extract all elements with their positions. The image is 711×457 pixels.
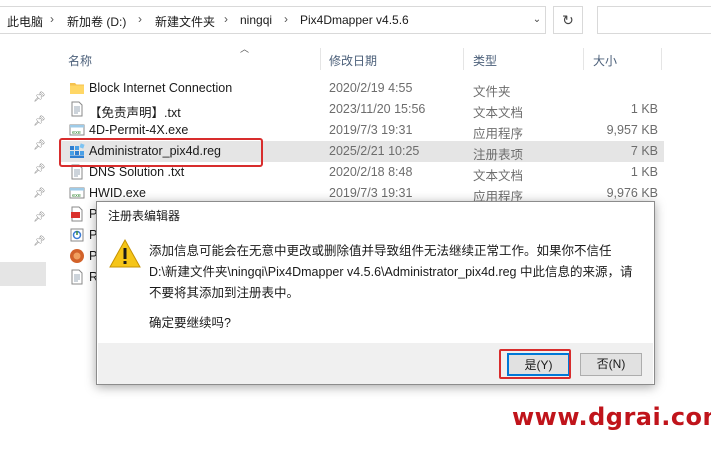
breadcrumb-this-pc[interactable]: 此电脑	[7, 13, 43, 30]
column-divider[interactable]	[463, 48, 464, 70]
warning-icon	[109, 238, 141, 268]
refresh-button[interactable]: ↻	[553, 6, 583, 34]
file-type: 文件夹	[473, 85, 511, 99]
file-type: 文本文档	[473, 106, 524, 120]
exe-icon: exe	[69, 124, 85, 136]
file-size: 9,957 KB	[606, 123, 658, 137]
breadcrumb-separator[interactable]: ›	[138, 12, 142, 26]
column-divider[interactable]	[661, 48, 662, 70]
file-row[interactable]: 【免责声明】.txt 2023/11/20 15:56 文本文档 1 KB	[59, 99, 664, 120]
file-modified: 2019/7/3 19:31	[329, 123, 413, 137]
file-type: 注册表项	[473, 148, 524, 162]
address-bar-region: 此电脑 › 新加卷 (D:) › 新建文件夹 › ningqi › Pix4Dm…	[0, 0, 711, 42]
address-dropdown-button[interactable]: ⌄	[530, 10, 544, 30]
svg-text:exe: exe	[72, 193, 81, 199]
file-name: Block Internet Connection	[89, 81, 233, 95]
file-size: 1 KB	[630, 102, 658, 116]
highlight-box-yes	[499, 349, 571, 379]
file-size: 1 KB	[630, 165, 658, 179]
file-size: 9,976 KB	[606, 186, 658, 200]
breadcrumb-separator[interactable]: ›	[224, 12, 228, 26]
file-modified: 2020/2/19 4:55	[329, 81, 413, 95]
registry-editor-dialog: 注册表编辑器 添加信息可能会在无意中更改或删除值并导致组件无法继续正常工作。如果…	[96, 201, 655, 385]
pin-icon[interactable]: 📌︎	[33, 164, 46, 176]
svg-text:exe: exe	[72, 130, 81, 136]
file-modified: 2020/2/18 8:48	[329, 165, 413, 179]
highlight-box-file	[59, 138, 263, 167]
file-type: 应用程序	[473, 127, 524, 141]
breadcrumb-separator[interactable]: ›	[284, 12, 288, 26]
folder-icon	[70, 83, 84, 94]
column-divider[interactable]	[583, 48, 584, 70]
file-name: 4D-Permit-4X.exe	[89, 123, 189, 137]
column-header-name[interactable]: 名称	[68, 52, 92, 69]
refresh-icon: ↻	[562, 12, 574, 28]
installer-icon	[70, 228, 84, 242]
column-headers: ︿ 名称 修改日期 类型 大小	[55, 42, 711, 72]
navigation-pane: 📌︎ 📌︎ 📌︎ 📌︎ 📌︎ 📌︎ 📌︎	[0, 42, 52, 457]
breadcrumb-separator[interactable]: ›	[50, 12, 54, 26]
text-file-icon	[71, 101, 83, 117]
file-modified: 2025/2/21 10:25	[329, 144, 420, 158]
text-file-icon	[71, 269, 83, 285]
sort-ascending-icon: ︿	[240, 44, 250, 54]
breadcrumb-ningqi[interactable]: ningqi	[240, 13, 272, 27]
column-header-size[interactable]: 大小	[593, 52, 617, 69]
exe-icon: exe	[69, 187, 85, 199]
breadcrumb-drive-d[interactable]: 新加卷 (D:)	[67, 13, 126, 30]
file-type: 文本文档	[473, 169, 524, 183]
file-name: HWID.exe	[89, 186, 146, 200]
app-icon	[70, 249, 84, 263]
breadcrumb-pix4dmapper[interactable]: Pix4Dmapper v4.5.6	[300, 13, 409, 27]
file-row[interactable]: Block Internet Connection 2020/2/19 4:55…	[59, 78, 664, 99]
pin-icon[interactable]: 📌︎	[33, 140, 46, 152]
column-header-modified[interactable]: 修改日期	[329, 52, 377, 69]
column-header-type[interactable]: 类型	[473, 52, 497, 69]
file-name: 【免责声明】.txt	[89, 106, 181, 120]
pdf-icon	[71, 206, 83, 222]
pin-icon[interactable]: 📌︎	[33, 236, 46, 248]
dialog-title: 注册表编辑器	[108, 209, 181, 223]
search-input[interactable]	[597, 6, 711, 34]
pin-icon[interactable]: 📌︎	[33, 212, 46, 224]
breadcrumb-new-folder[interactable]: 新建文件夹	[155, 13, 215, 30]
pin-icon[interactable]: 📌︎	[33, 116, 46, 128]
column-divider[interactable]	[320, 48, 321, 70]
pin-icon[interactable]: 📌︎	[33, 188, 46, 200]
file-name: DNS Solution .txt	[89, 165, 185, 179]
watermark-text: www.dgrai.com	[512, 403, 711, 431]
dialog-message: 添加信息可能会在无意中更改或删除值并导致组件无法继续正常工作。如果你不信任 D:…	[149, 244, 633, 300]
nav-selected-item[interactable]	[0, 262, 46, 286]
pin-icon[interactable]: 📌︎	[33, 92, 46, 104]
dialog-confirm-question: 确定要继续吗?	[149, 316, 231, 330]
file-modified: 2019/7/3 19:31	[329, 186, 413, 200]
no-button[interactable]: 否(N)	[580, 353, 642, 376]
file-size: 7 KB	[630, 144, 658, 158]
file-modified: 2023/11/20 15:56	[329, 102, 426, 116]
